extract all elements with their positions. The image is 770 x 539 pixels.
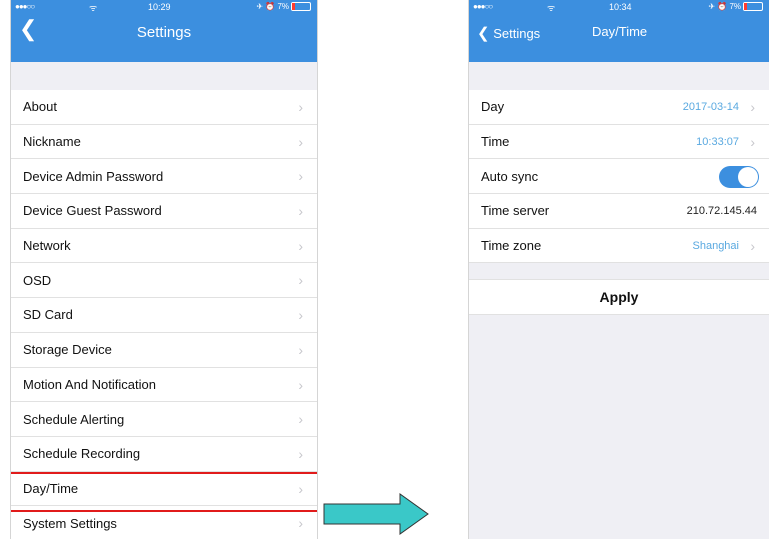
time-server-value: 210.72.145.44 — [686, 204, 757, 217]
time-value: 10:33:07 — [696, 135, 739, 148]
chevron-right-icon: › — [298, 99, 303, 115]
chevron-right-icon: › — [298, 515, 303, 532]
settings-item-label: Network — [23, 238, 71, 254]
time-zone-row[interactable]: Time zone Shanghai › — [469, 228, 769, 264]
settings-item-label: Schedule Alerting — [23, 411, 125, 427]
back-button[interactable]: ❮ Settings — [477, 24, 540, 42]
time-zone-value: Shanghai — [692, 239, 740, 252]
wifi-icon: ᯤ — [89, 3, 98, 13]
settings-item-label: Device Admin Password — [23, 168, 164, 184]
settings-item-label: Storage Device — [23, 342, 112, 358]
settings-screen: ●●●○○ ᯤ 10:29 ✈ ⏰ 7% ❮ Settings About › Ni… — [10, 0, 318, 539]
nav-bar: ❮ Settings Day/Time — [469, 14, 769, 62]
settings-item-label: System Settings — [23, 515, 117, 531]
day-row[interactable]: Day 2017-03-14 › — [469, 90, 769, 125]
chevron-right-icon: › — [298, 272, 303, 289]
section-gap — [11, 62, 317, 90]
battery-icon — [743, 2, 763, 11]
settings-item-motion-and-notification[interactable]: Motion And Notification › — [11, 367, 317, 403]
chevron-right-icon: › — [298, 307, 303, 324]
settings-item-day-time[interactable]: Day/Time › — [11, 471, 317, 507]
auto-sync-toggle[interactable] — [719, 166, 759, 189]
battery-indicator: ✈ ⏰ 7% — [256, 2, 311, 11]
back-label: Settings — [493, 26, 541, 41]
chevron-right-icon: › — [750, 133, 755, 150]
battery-indicator: ✈ ⏰ 7% — [708, 2, 763, 11]
chevron-right-icon: › — [298, 376, 303, 393]
battery-icon — [291, 2, 311, 11]
settings-item-osd[interactable]: OSD › — [11, 263, 317, 299]
day-value: 2017-03-14 — [682, 100, 739, 113]
time-server-row[interactable]: Time server 210.72.145.44 — [469, 194, 769, 229]
settings-item-schedule-recording[interactable]: Schedule Recording › — [11, 436, 317, 472]
signal-icon: ●●●○○ — [473, 2, 493, 11]
time-zone-label: Time zone — [481, 238, 542, 254]
settings-item-about[interactable]: About › — [11, 90, 317, 125]
page-title: Settings — [136, 24, 192, 41]
settings-item-label: Motion And Notification — [23, 376, 156, 392]
time-server-label: Time server — [481, 203, 550, 219]
chevron-right-icon: › — [750, 99, 755, 115]
auto-sync-row: Auto sync — [469, 159, 769, 195]
auto-sync-label: Auto sync — [481, 168, 539, 184]
arrow-icon — [323, 493, 429, 535]
time-label: Time — [481, 134, 510, 150]
chevron-right-icon: › — [298, 411, 303, 428]
page-title: Day/Time — [592, 24, 648, 39]
back-chevron-icon: ❮ — [477, 25, 490, 42]
settings-item-label: OSD — [23, 272, 52, 288]
signal-icon: ●●●○○ — [15, 2, 35, 11]
settings-item-system-settings[interactable]: System Settings › — [11, 506, 317, 539]
settings-item-schedule-alerting[interactable]: Schedule Alerting › — [11, 402, 317, 437]
chevron-right-icon: › — [298, 168, 303, 185]
settings-item-label: SD Card — [23, 307, 73, 323]
chevron-right-icon: › — [750, 237, 755, 254]
chevron-right-icon: › — [298, 203, 303, 220]
chevron-right-icon: › — [298, 341, 303, 358]
settings-item-device-guest-password[interactable]: Device Guest Password › — [11, 194, 317, 229]
chevron-right-icon: › — [298, 445, 303, 462]
status-time: 10:34 — [609, 2, 632, 12]
settings-item-storage-device[interactable]: Storage Device › — [11, 332, 317, 368]
section-gap — [469, 62, 769, 90]
settings-item-label: Day/Time — [23, 480, 79, 496]
status-bar: ●●●○○ ᯤ 10:29 ✈ ⏰ 7% — [11, 0, 317, 14]
settings-item-label: Schedule Recording — [23, 446, 141, 462]
settings-item-label: Nickname — [23, 134, 81, 150]
settings-item-device-admin-password[interactable]: Device Admin Password › — [11, 159, 317, 195]
toggle-knob — [738, 167, 758, 188]
settings-item-nickname[interactable]: Nickname › — [11, 124, 317, 160]
settings-item-label: About — [23, 99, 57, 115]
settings-item-label: Device Guest Password — [23, 203, 162, 219]
day-time-screen: ●●●○○ ᯤ 10:34 ✈ ⏰ 7% ❮ Settings Day/Time… — [468, 0, 769, 539]
status-bar: ●●●○○ ᯤ 10:34 ✈ ⏰ 7% — [469, 0, 769, 14]
settings-item-sd-card[interactable]: SD Card › — [11, 298, 317, 333]
chevron-right-icon: › — [298, 480, 303, 497]
status-time: 10:29 — [148, 2, 171, 12]
chevron-right-icon: › — [298, 133, 303, 150]
day-label: Day — [481, 99, 505, 115]
chevron-right-icon: › — [298, 237, 303, 254]
time-row[interactable]: Time 10:33:07 › — [469, 124, 769, 160]
nav-bar: ❮ Settings — [11, 14, 317, 62]
settings-list: About › Nickname › Device Admin Password › Dev… — [11, 90, 317, 539]
apply-button[interactable]: Apply — [469, 279, 769, 316]
settings-item-network[interactable]: Network › — [11, 228, 317, 264]
wifi-icon: ᯤ — [547, 3, 556, 13]
